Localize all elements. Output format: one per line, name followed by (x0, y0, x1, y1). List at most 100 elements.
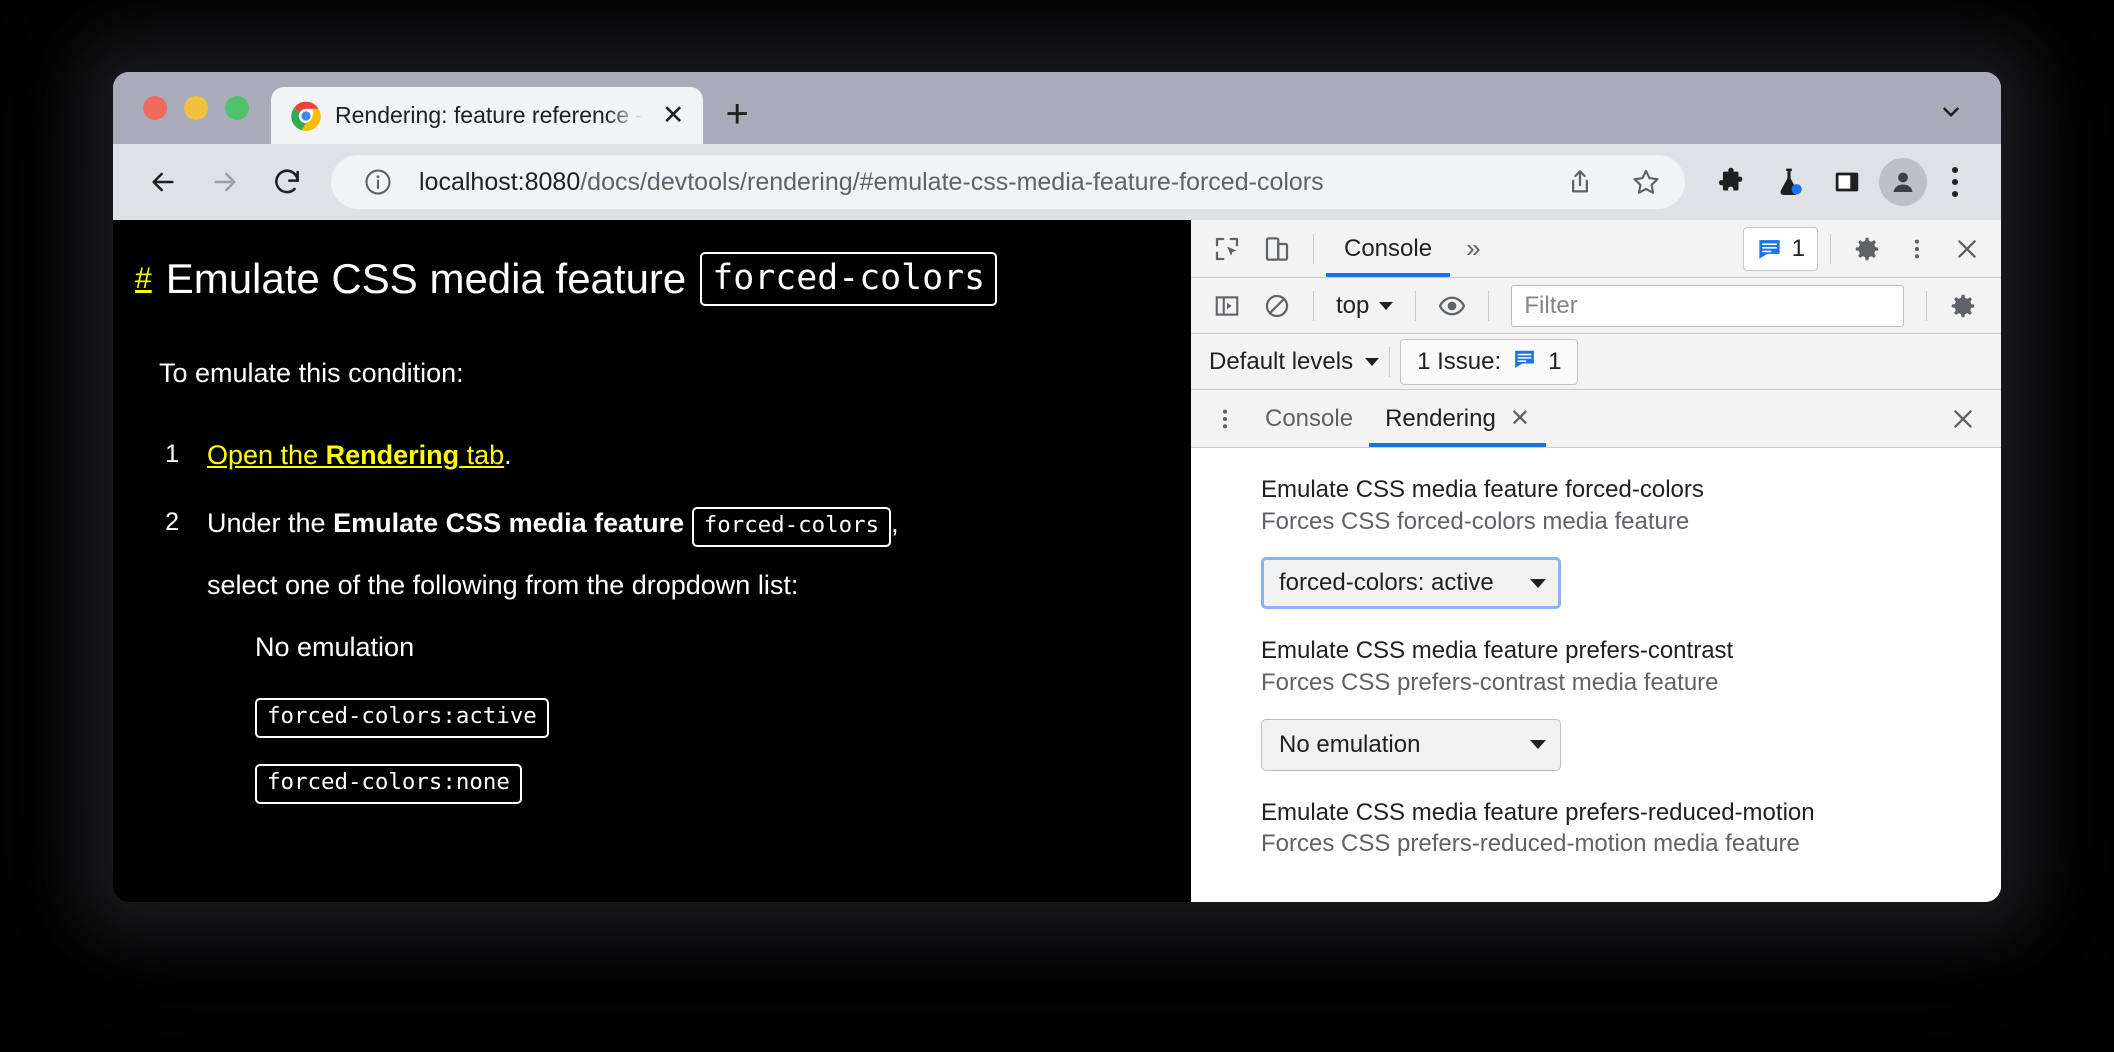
inspect-element-icon[interactable] (1203, 225, 1251, 273)
info-circle-icon[interactable] (353, 157, 403, 207)
console-filter-toolbar: top Filter (1191, 278, 2001, 334)
setting-title: Emulate CSS media feature forced-colors (1261, 476, 1704, 503)
devtools-main-toolbar: Console » 1 (1191, 220, 2001, 278)
browser-toolbar: localhost:8080/docs/devtools/rendering/#… (113, 144, 2001, 220)
console-sidebar-icon[interactable] (1203, 282, 1251, 330)
close-icon[interactable] (1943, 225, 1991, 273)
chevron-down-icon (1530, 578, 1546, 588)
tab-close-button[interactable]: ✕ (657, 100, 689, 132)
more-tabs-icon[interactable]: » (1452, 233, 1494, 264)
address-bar[interactable]: localhost:8080/docs/devtools/rendering/#… (331, 155, 1685, 209)
step-prefix: Under the (207, 507, 334, 538)
issues-label: 1 Issue: (1417, 347, 1502, 375)
steps-list: 1 Open the Rendering tab. 2 Under the Em… (159, 435, 1150, 826)
window-content: # Emulate CSS media feature forced-color… (113, 220, 2001, 902)
browser-tab[interactable]: Rendering: feature reference - ✕ (271, 87, 704, 144)
chrome-icon (291, 101, 321, 131)
star-icon[interactable] (1621, 157, 1671, 207)
select-value: forced-colors: active (1279, 569, 1494, 597)
toolbar-divider (1313, 233, 1314, 264)
gear-icon[interactable] (1843, 225, 1891, 273)
address-bar-url: localhost:8080/docs/devtools/rendering/#… (419, 168, 1539, 197)
kebab-menu-icon[interactable] (1893, 225, 1941, 273)
maximize-window-button[interactable] (225, 96, 249, 120)
lab-flask-icon[interactable] (1763, 156, 1815, 208)
heading-anchor-link[interactable]: # (135, 261, 152, 297)
issues-summary-button[interactable]: 1 Issue: 1 (1400, 338, 1579, 385)
share-icon[interactable] (1555, 157, 1605, 207)
chevron-down-icon (1379, 301, 1394, 310)
gear-icon[interactable] (1939, 282, 1987, 330)
drawer-tab-close-icon[interactable]: ✕ (1510, 404, 1530, 433)
url-path: /docs/devtools/rendering/#emulate-css-me… (580, 167, 1324, 196)
dropdown-options-list: No emulation forced-colors:active forced… (255, 627, 1150, 804)
list-item: 2 Under the Emulate CSS media feature fo… (159, 503, 1150, 826)
toolbar-divider (1389, 346, 1391, 377)
option-forced-colors-active: forced-colors:active (255, 698, 549, 739)
setting-subtitle: Forces CSS forced-colors media feature (1261, 507, 1690, 535)
step-line2: select one of the following from the dro… (207, 569, 799, 600)
drawer-tab-rendering[interactable]: Rendering ✕ (1369, 390, 1546, 447)
chevron-down-icon[interactable] (1923, 84, 1979, 140)
web-page-viewport: # Emulate CSS media feature forced-color… (113, 220, 1191, 902)
select-value: No emulation (1279, 730, 1421, 758)
profile-avatar-icon[interactable] (1879, 158, 1927, 206)
side-panel-icon[interactable] (1821, 156, 1873, 208)
setting-subtitle: Forces CSS prefers-contrast media featur… (1261, 669, 1719, 697)
chevron-down-icon (1530, 740, 1546, 750)
device-toolbar-icon[interactable] (1253, 225, 1301, 273)
issues-message-icon (1512, 346, 1537, 378)
step-number: 2 (165, 507, 179, 536)
forward-arrow-icon[interactable] (197, 154, 253, 210)
reload-icon[interactable] (259, 154, 315, 210)
issues-message-icon (1756, 235, 1783, 262)
back-arrow-icon[interactable] (135, 154, 191, 210)
clear-console-icon[interactable] (1253, 282, 1301, 330)
toolbar-divider (1926, 290, 1927, 321)
execution-context-select[interactable]: top (1326, 284, 1403, 328)
forced-colors-select[interactable]: forced-colors: active (1261, 557, 1561, 610)
log-levels-value: Default levels (1209, 347, 1354, 375)
kebab-menu-icon[interactable] (1201, 395, 1249, 443)
step-tail: , (891, 507, 899, 538)
option-forced-colors-none: forced-colors:none (255, 764, 522, 804)
drawer-tab-console[interactable]: Console (1249, 390, 1369, 447)
chrome-menu-kebab-icon[interactable] (1933, 167, 1977, 197)
rendering-tab-link[interactable]: Open the Rendering tab (207, 440, 504, 470)
execution-context-value: top (1336, 291, 1370, 319)
step-code: forced-colors (691, 506, 892, 547)
tab-title: Rendering: feature reference - (335, 102, 644, 128)
issues-counter-badge[interactable]: 1 (1742, 226, 1818, 271)
tab-console[interactable]: Console (1326, 220, 1451, 277)
setting-group-prefers-reduced-motion: Emulate CSS media feature prefers-reduce… (1191, 797, 2001, 860)
link-bold: Rendering (325, 440, 460, 471)
prefers-contrast-select[interactable]: No emulation (1261, 718, 1561, 771)
issues-count: 1 (1791, 234, 1805, 262)
rendering-panel-body[interactable]: Emulate CSS media feature forced-colors … (1191, 448, 2001, 902)
extensions-puzzle-icon[interactable] (1705, 156, 1757, 208)
step-body: Under the Emulate CSS media feature forc… (207, 503, 1150, 826)
log-levels-select[interactable]: Default levels (1209, 340, 1380, 384)
live-expression-eye-icon[interactable] (1428, 282, 1476, 330)
list-item: No emulation (255, 627, 1150, 669)
heading-code: forced-colors (700, 252, 998, 307)
setting-title: Emulate CSS media feature prefers-reduce… (1261, 798, 1815, 826)
new-tab-button[interactable]: + (709, 86, 765, 142)
browser-window: Rendering: feature reference - ✕ + local… (113, 72, 2001, 902)
close-drawer-icon[interactable] (1939, 395, 1987, 443)
close-window-button[interactable] (143, 96, 167, 120)
url-host: localhost:8080 (419, 167, 581, 196)
drawer-tab-bar: Console Rendering ✕ (1191, 390, 2001, 448)
console-filter-input[interactable]: Filter (1511, 284, 1904, 327)
console-levels-toolbar: Default levels 1 Issue: 1 (1191, 334, 2001, 390)
step-body: Open the Rendering tab. (207, 435, 1150, 477)
devtools-panel: Console » 1 top Filter Default levels 1 … (1191, 220, 2001, 902)
toolbar-divider (1415, 290, 1417, 321)
setting-group-prefers-contrast: Emulate CSS media feature prefers-contra… (1191, 635, 2001, 771)
window-controls (135, 72, 271, 144)
minimize-window-button[interactable] (184, 96, 208, 120)
link-prefix: Open the (207, 440, 326, 471)
link-suffix: tab (459, 440, 505, 471)
issues-count: 1 (1548, 347, 1562, 375)
page-lead-text: To emulate this condition: (159, 358, 464, 389)
